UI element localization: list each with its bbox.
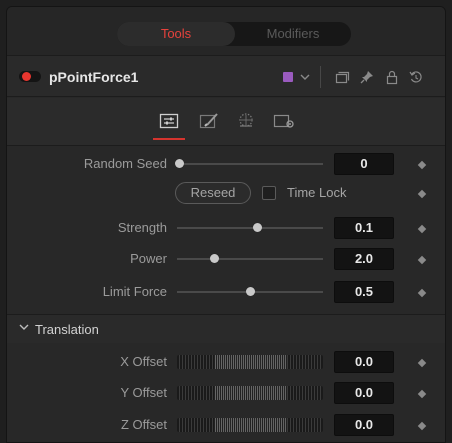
z-offset-input[interactable]: 0.0 — [334, 414, 394, 436]
lock-icon[interactable] — [384, 68, 400, 86]
tools-modifiers-bar: Tools Modifiers — [7, 7, 445, 55]
power-slider[interactable] — [177, 258, 323, 260]
tab-tools[interactable]: Tools — [117, 22, 235, 46]
node-color-swatch[interactable] — [283, 72, 293, 82]
tab-style[interactable] — [198, 112, 220, 130]
y-offset-label: Y Offset — [120, 385, 168, 400]
z-offset-label: Z Offset — [121, 417, 167, 432]
limit-force-slider-knob[interactable] — [246, 287, 255, 296]
translation-section-header[interactable]: Translation — [7, 315, 445, 343]
time-lock-checkbox[interactable] — [262, 186, 276, 200]
strength-slider[interactable] — [177, 227, 323, 229]
limit-force-input[interactable]: 0.5 — [334, 281, 394, 303]
reseed-button[interactable]: Reseed — [175, 182, 251, 204]
inspector-tabs — [7, 98, 445, 146]
power-keyframe-icon[interactable] — [417, 255, 427, 265]
translation-section-title: Translation — [35, 322, 99, 337]
x-offset-label: X Offset — [120, 354, 167, 369]
pin-icon[interactable] — [359, 68, 375, 86]
strength-slider-knob[interactable] — [253, 223, 263, 232]
tools-modifiers-toggle: Tools Modifiers — [117, 22, 351, 46]
y-offset-keyframe-icon[interactable] — [417, 389, 427, 399]
random-seed-slider[interactable] — [179, 163, 323, 165]
limit-force-label: Limit Force — [102, 284, 167, 299]
x-offset-input[interactable]: 0.0 — [334, 351, 394, 373]
inspector-panel: Tools Modifiers pPointForce1 Random Seed… — [6, 6, 446, 443]
z-offset-keyframe-icon[interactable] — [417, 421, 427, 431]
tab-region[interactable] — [235, 112, 257, 130]
chevron-down-icon — [19, 321, 29, 336]
random-seed-input[interactable]: 0 — [334, 153, 394, 175]
strength-input[interactable]: 0.1 — [334, 217, 394, 239]
reset-icon[interactable] — [408, 68, 424, 86]
node-name: pPointForce1 — [49, 69, 139, 85]
tab-settings[interactable] — [272, 112, 294, 130]
versions-icon[interactable] — [334, 68, 350, 86]
random-seed-keyframe-icon[interactable] — [417, 160, 427, 170]
time-lock-keyframe-icon[interactable] — [417, 189, 427, 199]
y-offset-thumbwheel[interactable] — [177, 386, 323, 400]
tab-controls[interactable] — [158, 112, 180, 130]
random-seed-label: Random Seed — [83, 156, 167, 171]
random-seed-slider-knob[interactable] — [175, 159, 184, 168]
time-lock-label: Time Lock — [287, 185, 347, 200]
node-enable-toggle[interactable] — [19, 71, 41, 82]
power-input[interactable]: 2.0 — [334, 248, 394, 270]
strength-label: Strength — [117, 220, 167, 235]
header-divider — [320, 66, 321, 88]
chevron-down-icon[interactable] — [297, 68, 313, 86]
power-label: Power — [130, 251, 167, 266]
enable-dot-icon — [22, 72, 31, 81]
z-offset-thumbwheel[interactable] — [177, 418, 323, 432]
strength-keyframe-icon[interactable] — [417, 224, 427, 234]
node-header: pPointForce1 — [7, 55, 445, 97]
tab-modifiers[interactable]: Modifiers — [235, 22, 351, 46]
active-tab-indicator — [153, 138, 185, 140]
y-offset-input[interactable]: 0.0 — [334, 382, 394, 404]
x-offset-keyframe-icon[interactable] — [417, 358, 427, 368]
x-offset-thumbwheel[interactable] — [177, 355, 323, 369]
limit-force-keyframe-icon[interactable] — [417, 288, 427, 298]
power-slider-knob[interactable] — [209, 254, 219, 263]
